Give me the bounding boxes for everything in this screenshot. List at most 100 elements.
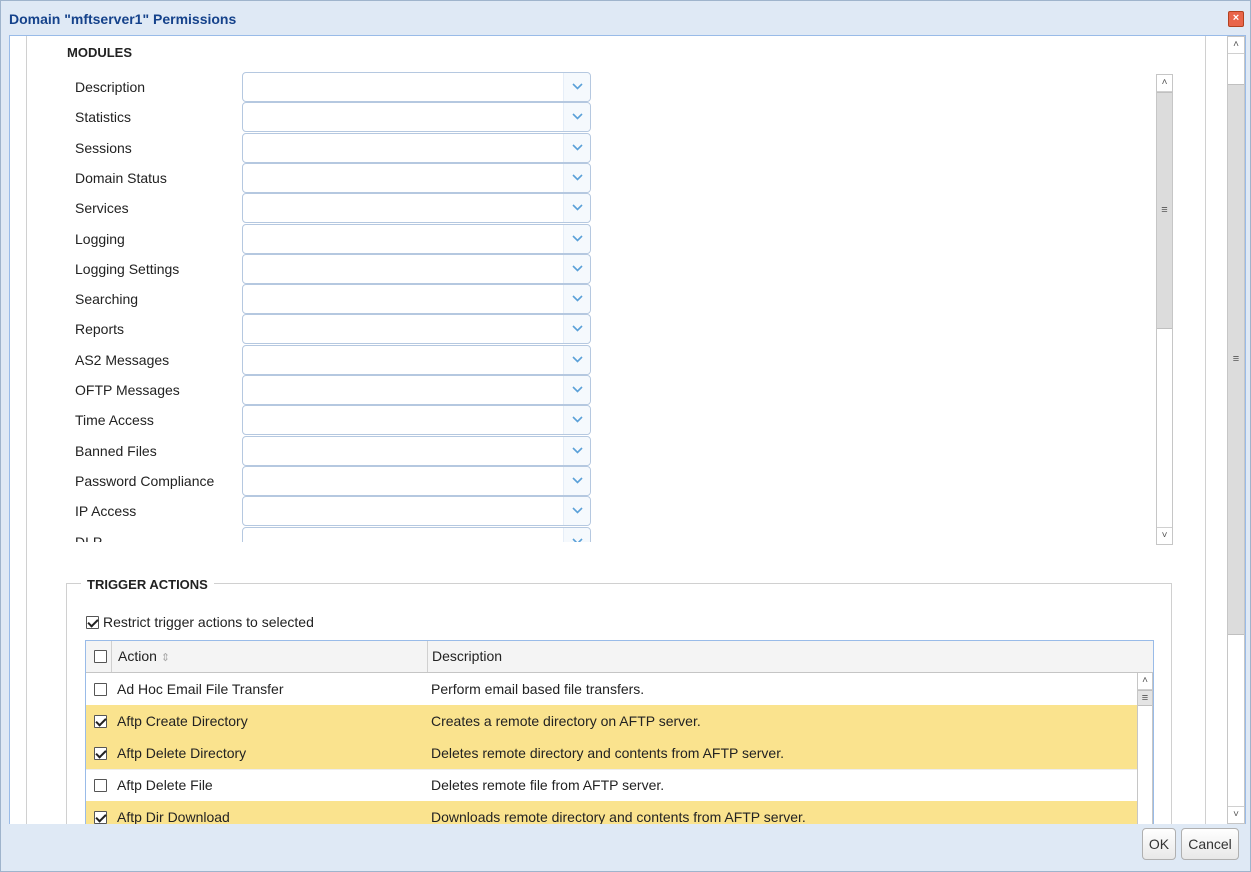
dialog-scroll-up-icon[interactable]: ˄ xyxy=(1228,37,1244,54)
chevron-down-icon[interactable] xyxy=(563,285,590,314)
trigger-action-row[interactable]: Aftp Delete Directory Deletes remote dire… xyxy=(86,737,1138,770)
chevron-down-icon[interactable] xyxy=(563,345,590,374)
module-row: Domain Status xyxy=(65,162,605,193)
close-icon[interactable]: × xyxy=(1228,11,1244,27)
module-row: IP Access xyxy=(65,496,605,527)
grid-scroll-thumb[interactable]: ≡ xyxy=(1138,690,1152,706)
module-permission-select[interactable] xyxy=(242,435,591,466)
module-label: DLP xyxy=(75,533,103,543)
dialog-scroll-thumb[interactable]: ≡ xyxy=(1228,84,1244,635)
row-checkbox[interactable] xyxy=(94,747,107,760)
chevron-down-icon[interactable] xyxy=(563,133,590,162)
module-permission-select[interactable] xyxy=(242,132,591,163)
module-permission-select[interactable] xyxy=(242,193,591,224)
module-permission-select[interactable] xyxy=(242,284,591,315)
permissions-panel: MODULES Description Statistics Sessions Dom… xyxy=(26,36,1206,824)
scroll-up-icon[interactable]: ˄ xyxy=(1157,75,1172,92)
module-permission-select[interactable] xyxy=(242,526,591,542)
module-permission-select[interactable] xyxy=(242,223,591,254)
dialog-scroll-down-icon[interactable]: ˅ xyxy=(1228,806,1244,823)
action-cell: Aftp Create Directory xyxy=(117,713,248,729)
module-permission-select[interactable] xyxy=(242,314,591,345)
action-cell: Aftp Delete File xyxy=(117,777,213,793)
column-description-header[interactable]: Description xyxy=(432,641,502,672)
trigger-actions-grid: Action ⇕ Description Ad Hoc Email File Tr… xyxy=(85,640,1154,825)
description-cell: Deletes remote file from AFTP server. xyxy=(431,777,665,793)
module-permission-select[interactable] xyxy=(242,375,591,405)
module-row: Password Compliance xyxy=(65,465,605,496)
module-permission-select[interactable] xyxy=(242,102,591,133)
module-label: Reports xyxy=(75,321,125,338)
chevron-down-icon[interactable] xyxy=(563,254,590,283)
action-cell: Ad Hoc Email File Transfer xyxy=(117,681,284,697)
module-label: AS2 Messages xyxy=(75,351,170,368)
module-label: Logging Settings xyxy=(75,260,180,277)
dialog-scrollbar[interactable]: ˄ ≡ ˅ xyxy=(1227,36,1245,824)
column-action-header[interactable]: Action ⇕ xyxy=(118,641,170,672)
dialog-footer: OK Cancel xyxy=(1,824,1250,871)
description-cell: Deletes remote directory and contents fr… xyxy=(431,745,785,761)
chevron-down-icon[interactable] xyxy=(563,527,590,542)
module-row: Description xyxy=(65,72,605,102)
module-label: Password Compliance xyxy=(75,472,215,489)
column-description-label: Description xyxy=(432,648,503,664)
grid-header: Action ⇕ Description xyxy=(86,641,1153,673)
chevron-down-icon[interactable] xyxy=(563,73,590,101)
chevron-down-icon[interactable] xyxy=(563,103,590,132)
chevron-down-icon[interactable] xyxy=(563,406,590,435)
grid-scroll-up-icon[interactable]: ˄ xyxy=(1138,673,1152,690)
description-cell: Creates a remote directory on AFTP serve… xyxy=(431,713,701,729)
description-cell: Downloads remote directory and contents … xyxy=(431,809,806,825)
sort-icon[interactable]: ⇕ xyxy=(161,652,170,664)
module-row: DLP xyxy=(65,526,605,543)
row-checkbox[interactable] xyxy=(94,811,107,824)
module-row: Sessions xyxy=(65,132,605,163)
row-checkbox[interactable] xyxy=(94,779,107,792)
chevron-down-icon[interactable] xyxy=(563,497,590,526)
trigger-action-row[interactable]: Aftp Delete File Deletes remote file from… xyxy=(86,769,1138,802)
dialog-titlebar[interactable]: Domain "mftserver1" Permissions × xyxy=(1,1,1250,35)
scroll-down-icon[interactable]: ˅ xyxy=(1157,527,1172,544)
chevron-down-icon[interactable] xyxy=(563,163,590,192)
module-row: Logging xyxy=(65,223,605,254)
module-label: IP Access xyxy=(75,503,137,520)
module-row: Services xyxy=(65,193,605,224)
trigger-action-row[interactable]: Aftp Dir Download Downloads remote direct… xyxy=(86,801,1138,825)
modules-scrollbar[interactable]: ˄ ≡ ˅ xyxy=(1156,74,1173,545)
module-label: Logging xyxy=(75,230,125,247)
chevron-down-icon[interactable] xyxy=(563,466,590,495)
chevron-down-icon[interactable] xyxy=(563,194,590,223)
module-permission-select[interactable] xyxy=(242,405,591,436)
module-label: Banned Files xyxy=(75,442,157,459)
module-permission-select[interactable] xyxy=(242,72,591,102)
row-checkbox[interactable] xyxy=(94,715,107,728)
restrict-checkbox[interactable] xyxy=(86,616,99,629)
module-row: Time Access xyxy=(65,405,605,436)
module-permission-select[interactable] xyxy=(242,253,591,284)
select-all-checkbox[interactable] xyxy=(94,650,107,663)
module-permission-select[interactable] xyxy=(242,465,591,496)
chevron-down-icon[interactable] xyxy=(563,436,590,465)
grid-scrollbar[interactable]: ˄ ≡ xyxy=(1137,673,1153,824)
ok-button[interactable]: OK xyxy=(1142,828,1176,860)
dialog-title: Domain "mftserver1" Permissions xyxy=(9,11,237,27)
module-row: Banned Files xyxy=(65,435,605,466)
module-row: OFTP Messages xyxy=(65,375,605,405)
trigger-actions-heading: TRIGGER ACTIONS xyxy=(81,577,214,592)
permissions-dialog: Domain "mftserver1" Permissions × MODULE… xyxy=(0,0,1251,872)
chevron-down-icon[interactable] xyxy=(563,315,590,344)
module-permission-select[interactable] xyxy=(242,496,591,527)
trigger-action-row[interactable]: Ad Hoc Email File Transfer Perform email … xyxy=(86,673,1138,706)
modules-scroll-thumb[interactable]: ≡ xyxy=(1157,92,1172,329)
module-permission-select[interactable] xyxy=(242,162,591,193)
chevron-down-icon[interactable] xyxy=(563,224,590,253)
module-label: Description xyxy=(75,79,146,95)
module-row: Statistics xyxy=(65,102,605,133)
description-cell: Perform email based file transfers. xyxy=(431,681,645,697)
trigger-action-row[interactable]: Aftp Create Directory Creates a remote di… xyxy=(86,705,1138,738)
chevron-down-icon[interactable] xyxy=(563,376,590,404)
row-checkbox[interactable] xyxy=(94,683,107,696)
cancel-button[interactable]: Cancel xyxy=(1181,828,1239,860)
module-label: Sessions xyxy=(75,139,132,156)
module-permission-select[interactable] xyxy=(242,344,591,375)
